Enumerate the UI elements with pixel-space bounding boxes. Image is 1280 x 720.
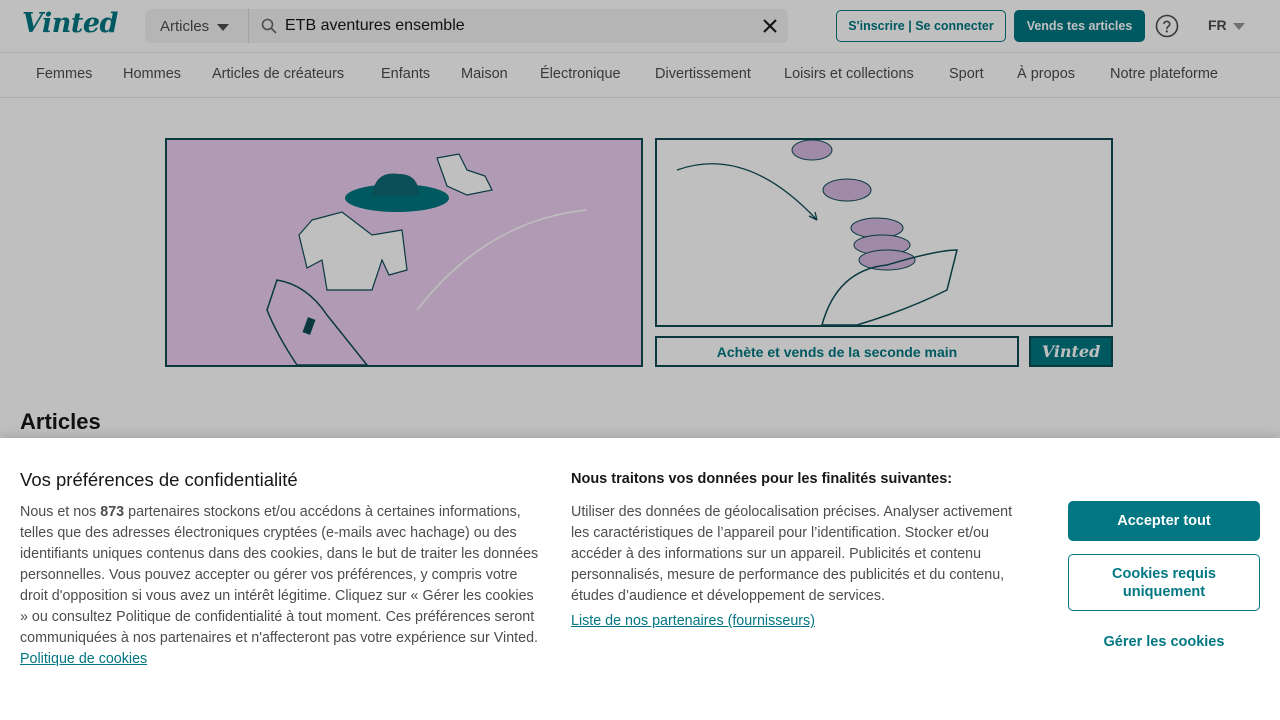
nav-item-enfants[interactable]: Enfants (381, 66, 430, 82)
manage-cookies-button[interactable]: Gérer les cookies (1068, 624, 1260, 660)
signup-login-button[interactable]: S'inscrire | Se connecter (836, 10, 1006, 42)
nav-item-hommes[interactable]: Hommes (123, 66, 181, 82)
sell-items-button[interactable]: Vends tes articles (1014, 10, 1145, 42)
header: Vinted Articles S'inscrire | Se connecte… (0, 0, 1280, 53)
nav-item-divertissement[interactable]: Divertissement (655, 66, 751, 82)
language-label: FR (1208, 17, 1227, 33)
nav-item-plateforme[interactable]: Notre plateforme (1110, 66, 1218, 82)
search-icon (261, 18, 277, 34)
nav-item-femmes[interactable]: Femmes (36, 66, 92, 82)
cookie-policy-link[interactable]: Politique de cookies (20, 651, 147, 667)
nav-item-a-propos[interactable]: À propos (1017, 66, 1075, 82)
search-category-dropdown[interactable]: Articles (145, 9, 249, 43)
partners-list-link[interactable]: Liste de nos partenaires (fournisseurs) (571, 613, 815, 629)
cookie-text-body: partenaires stockons et/ou accédons à ce… (20, 504, 539, 646)
help-icon[interactable] (1155, 14, 1179, 38)
close-icon (763, 19, 777, 33)
purposes-title: Nous traitons vos données pour les final… (571, 471, 953, 487)
search-input[interactable] (277, 11, 752, 41)
nav-item-designer[interactable]: Articles de créateurs (212, 66, 344, 82)
chevron-down-icon (217, 23, 230, 31)
banner-vinted-logo: Vinted (1029, 336, 1113, 367)
banner-illustration-clothes (165, 138, 643, 367)
category-nav: Femmes Hommes Articles de créateurs Enfa… (0, 53, 1280, 98)
page-title: Articles (20, 409, 101, 434)
search-category-label: Articles (160, 17, 210, 35)
cookie-dialog-title: Vos préférences de confidentialité (20, 469, 298, 490)
banner-tagline: Achète et vends de la seconde main (655, 336, 1019, 367)
required-cookies-button[interactable]: Cookies requis uniquement (1068, 554, 1260, 611)
partner-count: 873 (100, 504, 125, 520)
nav-item-electronique[interactable]: Électronique (540, 66, 621, 82)
cookie-consent-dialog: Vos préférences de confidentialité Nous … (0, 438, 1280, 720)
chevron-down-icon (1232, 22, 1245, 30)
accept-all-button[interactable]: Accepter tout (1068, 501, 1260, 541)
cookie-description: Nous et nos 873 partenaires stockons et/… (20, 502, 540, 670)
banner-illustration-coins (655, 138, 1113, 327)
cookie-text-intro: Nous et nos (20, 504, 101, 520)
nav-item-loisirs[interactable]: Loisirs et collections (784, 66, 914, 82)
language-selector[interactable]: FR (1208, 17, 1245, 33)
nav-item-sport[interactable]: Sport (949, 66, 984, 82)
nav-item-maison[interactable]: Maison (461, 66, 508, 82)
search-bar: Articles (145, 9, 788, 43)
purposes-description: Utiliser des données de géolocalisation … (571, 504, 1013, 604)
vinted-logo[interactable]: Vinted (22, 8, 118, 39)
clear-search-button[interactable] (752, 9, 788, 43)
hero-banner: Achète et vends de la seconde main Vinte… (164, 128, 1114, 370)
